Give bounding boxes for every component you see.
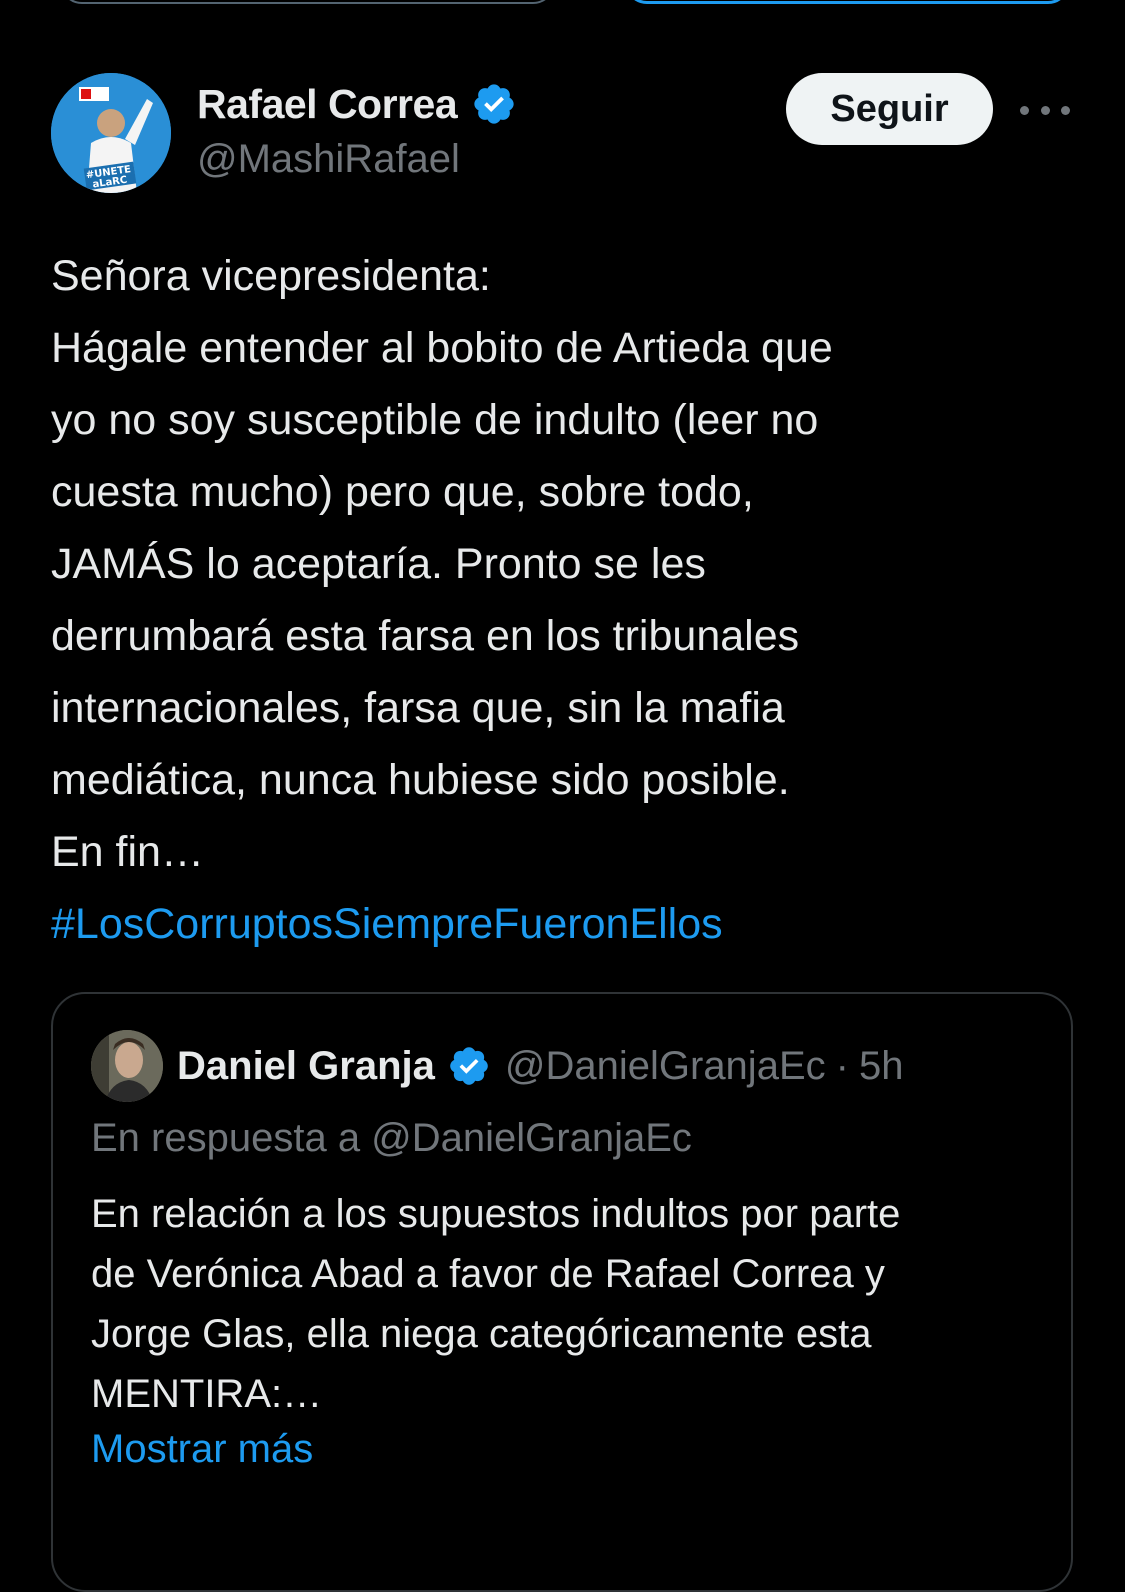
tweet-line: Hágale entender al bobito de Artieda que xyxy=(51,324,833,372)
tweet-line: En fin… xyxy=(51,828,204,876)
quoted-line: En relación a los supuestos indultos por… xyxy=(91,1192,901,1236)
hashtag-link[interactable]: #LosCorruptosSiempreFueronEllos xyxy=(51,888,1071,960)
author-name[interactable]: Rafael Correa xyxy=(197,81,458,128)
quoted-header: Daniel Granja @DanielGranjaEc · 5h xyxy=(177,1038,903,1094)
author-handle[interactable]: @MashiRafael xyxy=(197,137,460,182)
tweet-line: mediática, nunca hubiese sido posible. xyxy=(51,756,790,804)
separator-dot: · xyxy=(835,1043,849,1088)
tweet-line: yo no soy susceptible de indulto (leer n… xyxy=(51,396,819,444)
quoted-text: En relación a los supuestos indultos por… xyxy=(91,1184,1051,1424)
tweet-line: derrumbará esta farsa en los tribunales xyxy=(51,612,800,660)
verified-badge-icon xyxy=(450,1047,488,1085)
author-name-row: Rafael Correa xyxy=(197,78,517,130)
tweet-text: Señora vicepresidenta: Hágale entender a… xyxy=(51,240,1071,960)
tweet-line: cuesta mucho) pero que, sobre todo, xyxy=(51,468,754,516)
quoted-author-avatar[interactable] xyxy=(91,1030,163,1102)
quoted-timestamp[interactable]: 5h xyxy=(859,1044,904,1089)
tweet-line: internacionales, farsa que, sin la mafia xyxy=(51,684,785,732)
quoted-tweet-card[interactable]: Daniel Granja @DanielGranjaEc · 5h En re… xyxy=(51,992,1073,1592)
more-options-icon[interactable] xyxy=(1020,88,1070,132)
follow-button[interactable]: Seguir xyxy=(786,73,993,145)
quoted-line: MENTIRA:… xyxy=(91,1372,323,1416)
top-right-button-partial[interactable] xyxy=(625,0,1070,4)
verified-badge-icon xyxy=(474,84,514,124)
quoted-line: Jorge Glas, ella niega categóricamente e… xyxy=(91,1312,872,1356)
top-left-button-partial[interactable] xyxy=(60,0,555,4)
tweet-line: Señora vicepresidenta: xyxy=(51,252,491,300)
show-more-link[interactable]: Mostrar más xyxy=(91,1427,313,1472)
quoted-line: de Verónica Abad a favor de Rafael Corre… xyxy=(91,1252,885,1296)
quoted-author-handle[interactable]: @DanielGranjaEc xyxy=(505,1044,826,1089)
author-avatar[interactable]: #UNETE aLaRC xyxy=(51,73,171,193)
tweet-line: JAMÁS lo aceptaría. Pronto se les xyxy=(51,540,706,588)
reply-context[interactable]: En respuesta a @DanielGranjaEc xyxy=(91,1116,692,1161)
quoted-author-name[interactable]: Daniel Granja xyxy=(177,1044,435,1089)
